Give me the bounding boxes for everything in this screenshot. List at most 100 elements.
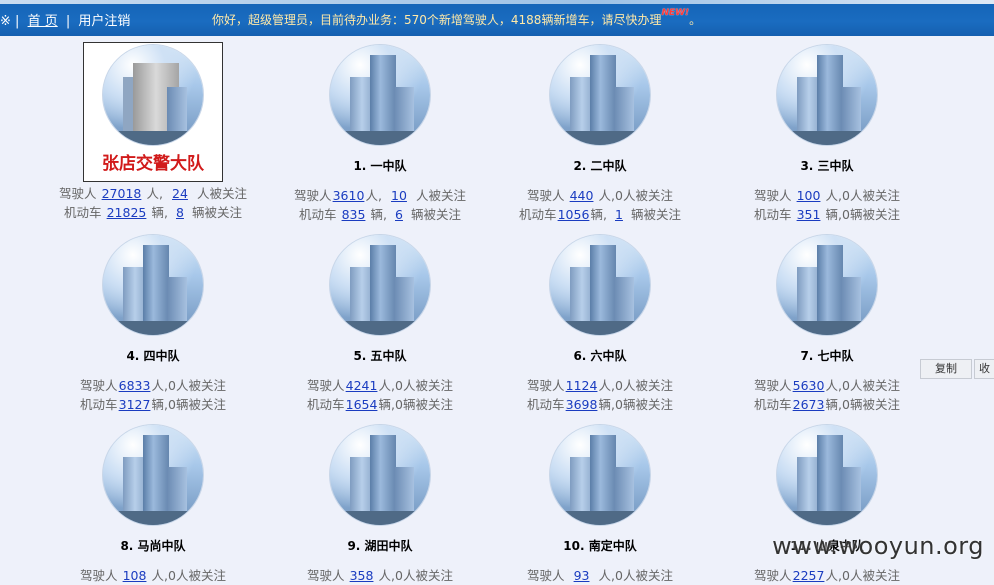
nav-separator: | (15, 14, 19, 29)
unit-label: 辆, (826, 207, 842, 222)
vehicle-label: 机动车 (299, 207, 337, 222)
vehicle-count-link[interactable]: 21825 (102, 203, 152, 222)
unit-card[interactable]: 10. 南定中队 驾驶人93人,0人被关注 (485, 425, 715, 585)
unit-card[interactable]: 1. 一中队 驾驶人3610人,10人被关注 机动车835辆,6辆被关注 (265, 45, 495, 224)
vehicle-followed-link[interactable]: 6 (387, 205, 411, 224)
unit-card[interactable]: 4. 四中队 驾驶人6833人,0人被关注 机动车3127辆,0辆被关注 (38, 235, 268, 414)
vehicle-followed-link[interactable]: 1 (607, 205, 631, 224)
driver-count-link[interactable]: 93 (565, 566, 599, 585)
unit-label: 辆, (152, 205, 168, 220)
driver-count-link[interactable]: 4241 (345, 376, 379, 395)
driver-followed-link[interactable]: 24 (163, 184, 197, 203)
driver-row: 驾驶人93人,0人被关注 (485, 566, 715, 585)
driver-count-link[interactable]: 440 (565, 186, 599, 205)
unit-card[interactable]: 2. 二中队 驾驶人440人,0人被关注 机动车1056辆,1辆被关注 (485, 45, 715, 224)
unit-name[interactable]: 10. 南定中队 (485, 537, 715, 554)
unit-card[interactable]: 8. 马尚中队 驾驶人108人,0人被关注 (38, 425, 268, 585)
vehicle-label: 机动车 (64, 205, 102, 220)
vehicle-label: 机动车 (754, 397, 792, 412)
unit-name[interactable]: 张店交警大队 (84, 149, 222, 174)
unit-name[interactable]: 5. 五中队 (265, 347, 495, 364)
logout-link[interactable]: 用户注销 (78, 14, 130, 29)
vehicle-count-link[interactable]: 351 (792, 205, 826, 224)
driver-followed-text: 0人被关注 (395, 378, 453, 393)
unit-card[interactable]: 7. 七中队 驾驶人5630人,0人被关注 机动车2673辆,0辆被关注 (712, 235, 942, 414)
vehicle-label: 机动车 (519, 207, 557, 222)
driver-label: 驾驶人 (754, 378, 792, 393)
driver-count-link[interactable]: 6833 (118, 376, 152, 395)
unit-stats: 驾驶人6833人,0人被关注 机动车3127辆,0辆被关注 (38, 376, 268, 414)
hq-photo-frame[interactable]: 张店交警大队 (83, 42, 223, 182)
unit-name[interactable]: 2. 二中队 (485, 157, 715, 174)
unit-stats: 驾驶人100人,0人被关注 机动车351辆,0辆被关注 (712, 186, 942, 224)
unit-label: 人, (379, 568, 395, 583)
driver-count-link[interactable]: 5630 (792, 376, 826, 395)
driver-row: 驾驶人440人,0人被关注 (485, 186, 715, 205)
building-photo-icon (550, 425, 650, 525)
unit-name[interactable]: 6. 六中队 (485, 347, 715, 364)
vehicle-followed-text: 0辆被关注 (168, 397, 226, 412)
building-photo-icon (103, 425, 203, 525)
unit-label: 人, (599, 568, 615, 583)
unit-name[interactable]: 3. 三中队 (712, 157, 942, 174)
unit-name[interactable]: 9. 湖田中队 (265, 537, 495, 554)
vehicle-count-link[interactable]: 3127 (118, 395, 152, 414)
unit-card[interactable]: 6. 六中队 驾驶人1124人,0人被关注 机动车3698辆,0辆被关注 (485, 235, 715, 414)
unit-card[interactable]: 5. 五中队 驾驶人4241人,0人被关注 机动车1654辆,0辆被关注 (265, 235, 495, 414)
unit-card[interactable]: 11. 山泉中队 驾驶人2257人,0人被关注 (712, 425, 942, 585)
unit-stats: 驾驶人5630人,0人被关注 机动车2673辆,0辆被关注 (712, 376, 942, 414)
unit-label: 人, (826, 568, 842, 583)
driver-followed-link[interactable]: 10 (382, 186, 416, 205)
vehicle-followed-text: 0辆被关注 (842, 397, 900, 412)
unit-name[interactable]: 4. 四中队 (38, 347, 268, 364)
driver-label: 驾驶人 (59, 186, 97, 201)
driver-row: 驾驶人100人,0人被关注 (712, 186, 942, 205)
driver-count-link[interactable]: 108 (118, 566, 152, 585)
vehicle-row: 机动车1654辆,0辆被关注 (265, 395, 495, 414)
vehicle-count-link[interactable]: 3698 (565, 395, 599, 414)
home-link[interactable]: 首 页 (28, 14, 58, 29)
unit-card-hq[interactable]: 张店交警大队 驾驶人27018人,24人被关注 机动车21825辆,8辆被关注 (38, 42, 268, 222)
unit-label: 人, (379, 378, 395, 393)
unit-label: 人, (366, 188, 382, 203)
driver-label: 驾驶人 (80, 378, 118, 393)
unit-name[interactable]: 8. 马尚中队 (38, 537, 268, 554)
driver-count-link[interactable]: 2257 (792, 566, 826, 585)
vehicle-followed-text: 0辆被关注 (615, 397, 673, 412)
vehicle-row: 机动车21825辆,8辆被关注 (38, 203, 268, 222)
unit-name[interactable]: 1. 一中队 (265, 157, 495, 174)
driver-row: 驾驶人108人,0人被关注 (38, 566, 268, 585)
driver-label: 驾驶人 (80, 568, 118, 583)
unit-name[interactable]: 7. 七中队 (712, 347, 942, 364)
driver-count-link[interactable]: 358 (345, 566, 379, 585)
unit-card[interactable]: 9. 湖田中队 驾驶人358人,0人被关注 (265, 425, 495, 585)
driver-row: 驾驶人4241人,0人被关注 (265, 376, 495, 395)
vehicle-count-link[interactable]: 2673 (792, 395, 826, 414)
vehicle-followed-text: 0辆被关注 (842, 207, 900, 222)
unit-stats: 驾驶人2257人,0人被关注 (712, 566, 942, 585)
collect-button[interactable]: 收 (974, 359, 994, 379)
driver-count-link[interactable]: 1124 (565, 376, 599, 395)
unit-label: 人, (599, 378, 615, 393)
copy-button[interactable]: 复制 (920, 359, 972, 379)
driver-count-link[interactable]: 3610 (332, 186, 366, 205)
driver-count-link[interactable]: 100 (792, 186, 826, 205)
driver-followed-text: 0人被关注 (168, 568, 226, 583)
driver-followed-text: 0人被关注 (842, 188, 900, 203)
driver-followed-text: 0人被关注 (168, 378, 226, 393)
building-photo-icon (550, 235, 650, 335)
vehicle-count-link[interactable]: 1654 (345, 395, 379, 414)
top-decoration (0, 0, 994, 4)
unit-label: 人, (826, 188, 842, 203)
unit-label: 辆, (152, 397, 168, 412)
driver-label: 驾驶人 (527, 188, 565, 203)
driver-label: 驾驶人 (307, 378, 345, 393)
vehicle-label: 机动车 (754, 207, 792, 222)
vehicle-followed-link[interactable]: 8 (168, 203, 192, 222)
driver-followed-text: 0人被关注 (615, 568, 673, 583)
nav-bullet: ※ (0, 14, 11, 29)
vehicle-count-link[interactable]: 1056 (557, 205, 591, 224)
unit-card[interactable]: 3. 三中队 驾驶人100人,0人被关注 机动车351辆,0辆被关注 (712, 45, 942, 224)
driver-count-link[interactable]: 27018 (97, 184, 147, 203)
vehicle-count-link[interactable]: 835 (337, 205, 371, 224)
